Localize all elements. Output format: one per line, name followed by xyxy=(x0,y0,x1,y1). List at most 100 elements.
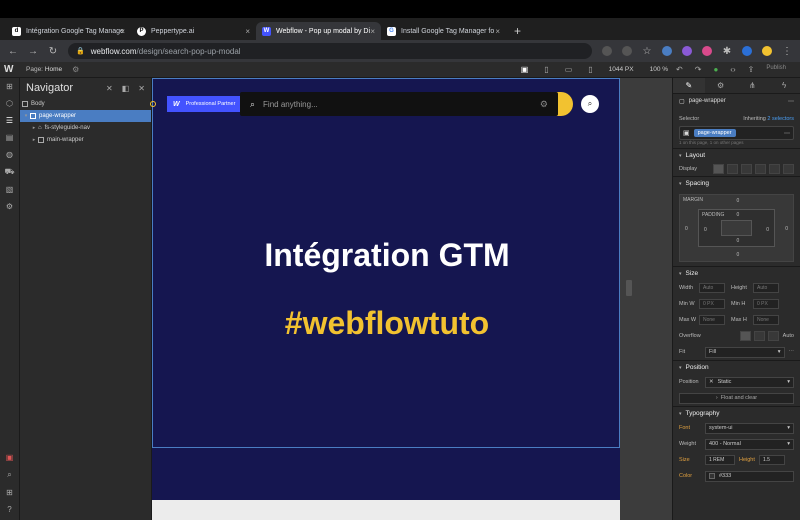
pages-icon[interactable]: ▤ xyxy=(6,133,14,142)
caret-down-icon[interactable]: ▾ xyxy=(22,113,30,119)
display-inline-button[interactable] xyxy=(769,164,780,174)
interactions-tab-icon[interactable]: ⋔ xyxy=(737,78,769,93)
max-width-input[interactable]: None xyxy=(699,315,725,325)
add-panel-icon[interactable]: ⊞ xyxy=(6,82,13,91)
dock-icon[interactable]: ◧ xyxy=(122,84,130,93)
settings-icon[interactable]: ⚙ xyxy=(6,202,13,211)
section-typography[interactable]: ▾ Typography xyxy=(673,406,800,420)
reload-icon[interactable]: ↻ xyxy=(48,46,58,57)
code-icon[interactable]: ‹› xyxy=(730,65,735,74)
padding-right-value[interactable]: 0 xyxy=(766,227,769,233)
browser-tab-3[interactable]: W Webflow - Pop up modal by Di × xyxy=(256,22,381,40)
section-position[interactable]: ▾ Position xyxy=(673,360,800,374)
section-spacing[interactable]: ▾ Spacing xyxy=(673,176,800,190)
close-icon[interactable]: × xyxy=(120,27,125,36)
extension-icon[interactable] xyxy=(702,46,712,56)
desktop-breakpoint-icon[interactable]: ▣ xyxy=(521,65,529,74)
collapse-icon[interactable]: ✕ xyxy=(106,84,113,93)
more-icon[interactable]: ⋯ xyxy=(789,349,795,355)
undo-icon[interactable]: ↶ xyxy=(676,65,683,74)
extension-icon[interactable] xyxy=(682,46,692,56)
margin-bottom-value[interactable]: 0 xyxy=(737,252,740,258)
spacing-editor[interactable]: MARGIN 0 0 0 0 PADDING 0 0 0 0 xyxy=(679,194,794,262)
line-height-input[interactable]: 1.5 xyxy=(759,455,785,465)
tree-item-styleguide-nav[interactable]: ▸ ⌂ fs-styleguide-nav xyxy=(20,122,151,134)
share-icon[interactable]: ⇪ xyxy=(748,65,755,74)
section-size[interactable]: ▾ Size xyxy=(673,266,800,280)
more-icon[interactable]: ⋯ xyxy=(788,98,794,105)
overflow-auto-button[interactable]: Auto xyxy=(783,333,794,339)
caret-right-icon[interactable]: ▸ xyxy=(30,125,38,131)
class-chip[interactable]: page-wrapper xyxy=(693,129,736,137)
display-inline-block-button[interactable] xyxy=(755,164,766,174)
display-none-button[interactable] xyxy=(783,164,794,174)
navigator-icon[interactable]: ☰ xyxy=(6,116,13,125)
back-icon[interactable]: ← xyxy=(8,46,18,57)
more-icon[interactable]: ⋯ xyxy=(784,130,790,137)
min-height-input[interactable]: 0 PX xyxy=(753,299,779,309)
help-icon[interactable]: ? xyxy=(7,505,11,514)
padding-left-value[interactable]: 0 xyxy=(704,227,707,233)
tablet-breakpoint-icon[interactable]: ▯ xyxy=(544,65,548,74)
forward-icon[interactable]: → xyxy=(28,46,38,57)
share-icon[interactable] xyxy=(622,46,632,56)
max-height-input[interactable]: None xyxy=(753,315,779,325)
width-input[interactable]: Auto xyxy=(699,283,725,293)
browser-tab-4[interactable]: G Install Google Tag Manager fo × xyxy=(381,22,506,40)
landscape-breakpoint-icon[interactable]: ▭ xyxy=(565,65,573,74)
tree-item-body[interactable]: Body xyxy=(20,98,151,110)
tree-item-main-wrapper[interactable]: ▸ main-wrapper xyxy=(20,134,151,146)
camera-icon[interactable] xyxy=(602,46,612,56)
settings-icon[interactable]: ⚙ xyxy=(540,99,548,110)
display-grid-button[interactable] xyxy=(741,164,752,174)
partner-badge[interactable]: W Professional Partner xyxy=(167,96,242,112)
fit-select[interactable]: Fill ▾ xyxy=(705,346,785,358)
assets-icon[interactable]: ▧ xyxy=(6,185,14,194)
margin-left-value[interactable]: 0 xyxy=(685,226,688,232)
display-block-button[interactable] xyxy=(713,164,724,174)
page-wrapper-element[interactable]: W Professional Partner ⌕ Find anything..… xyxy=(150,78,620,448)
tree-item-page-wrapper[interactable]: ▾ page-wrapper xyxy=(20,110,151,122)
extension-icon[interactable] xyxy=(662,46,672,56)
font-select[interactable]: system-ui ▾ xyxy=(705,422,794,434)
cms-icon[interactable]: ◍ xyxy=(6,150,13,159)
url-input[interactable]: 🔒 webflow.com/design/search-pop-up-modal xyxy=(68,43,592,59)
style-tab-brush-icon[interactable]: ✎ xyxy=(673,78,705,93)
mobile-breakpoint-icon[interactable]: ▯ xyxy=(588,65,592,74)
height-input[interactable]: Auto xyxy=(753,283,779,293)
search-input[interactable]: ⌕ Find anything... ⚙ xyxy=(240,92,558,116)
apps-icon[interactable]: ⊞ xyxy=(6,488,13,497)
selectors-link[interactable]: 2 selectors xyxy=(767,116,794,122)
lightning-icon[interactable]: ϟ xyxy=(768,78,800,93)
ecommerce-icon[interactable]: ⛟ xyxy=(4,167,14,177)
settings-tab-gear-icon[interactable]: ⚙ xyxy=(705,78,737,93)
search-icon[interactable]: ⌕ xyxy=(7,470,11,480)
padding-bottom-value[interactable]: 0 xyxy=(737,238,740,244)
color-swatch[interactable] xyxy=(709,473,715,479)
designer-canvas[interactable]: W Professional Partner ⌕ Find anything..… xyxy=(150,78,672,520)
overflow-scroll-button[interactable] xyxy=(767,331,779,341)
audit-icon[interactable]: ▣ xyxy=(6,453,14,462)
redo-icon[interactable]: ↷ xyxy=(695,65,702,74)
page-selector[interactable]: Page: Home xyxy=(26,66,62,73)
selector-input[interactable]: ▣ page-wrapper ⋯ xyxy=(679,126,794,140)
publish-button[interactable]: Publish xyxy=(766,65,786,74)
close-icon[interactable]: ✕ xyxy=(138,84,145,93)
margin-right-value[interactable]: 0 xyxy=(785,226,788,232)
caret-right-icon[interactable]: ▸ xyxy=(30,137,38,143)
color-input[interactable]: #333 xyxy=(705,470,794,482)
symbols-icon[interactable]: ⬡ xyxy=(6,99,13,108)
margin-top-value[interactable]: 0 xyxy=(737,198,740,204)
avatar[interactable] xyxy=(762,46,772,56)
webflow-logo[interactable]: W xyxy=(4,64,20,75)
section-layout[interactable]: ▾ Layout xyxy=(673,148,800,162)
close-icon[interactable]: × xyxy=(370,27,375,36)
overflow-visible-button[interactable] xyxy=(739,331,751,341)
search-button[interactable]: ⌕ xyxy=(581,95,599,113)
weight-select[interactable]: 400 - Normal ▾ xyxy=(705,438,794,450)
puzzle-icon[interactable]: ✱ xyxy=(722,46,732,57)
position-select[interactable]: ✕ Static ▾ xyxy=(705,376,794,388)
canvas-resize-handle[interactable] xyxy=(626,280,632,296)
float-clear-button[interactable]: › Float and clear xyxy=(679,392,794,404)
settings-icon[interactable]: ⚙ xyxy=(72,65,79,74)
